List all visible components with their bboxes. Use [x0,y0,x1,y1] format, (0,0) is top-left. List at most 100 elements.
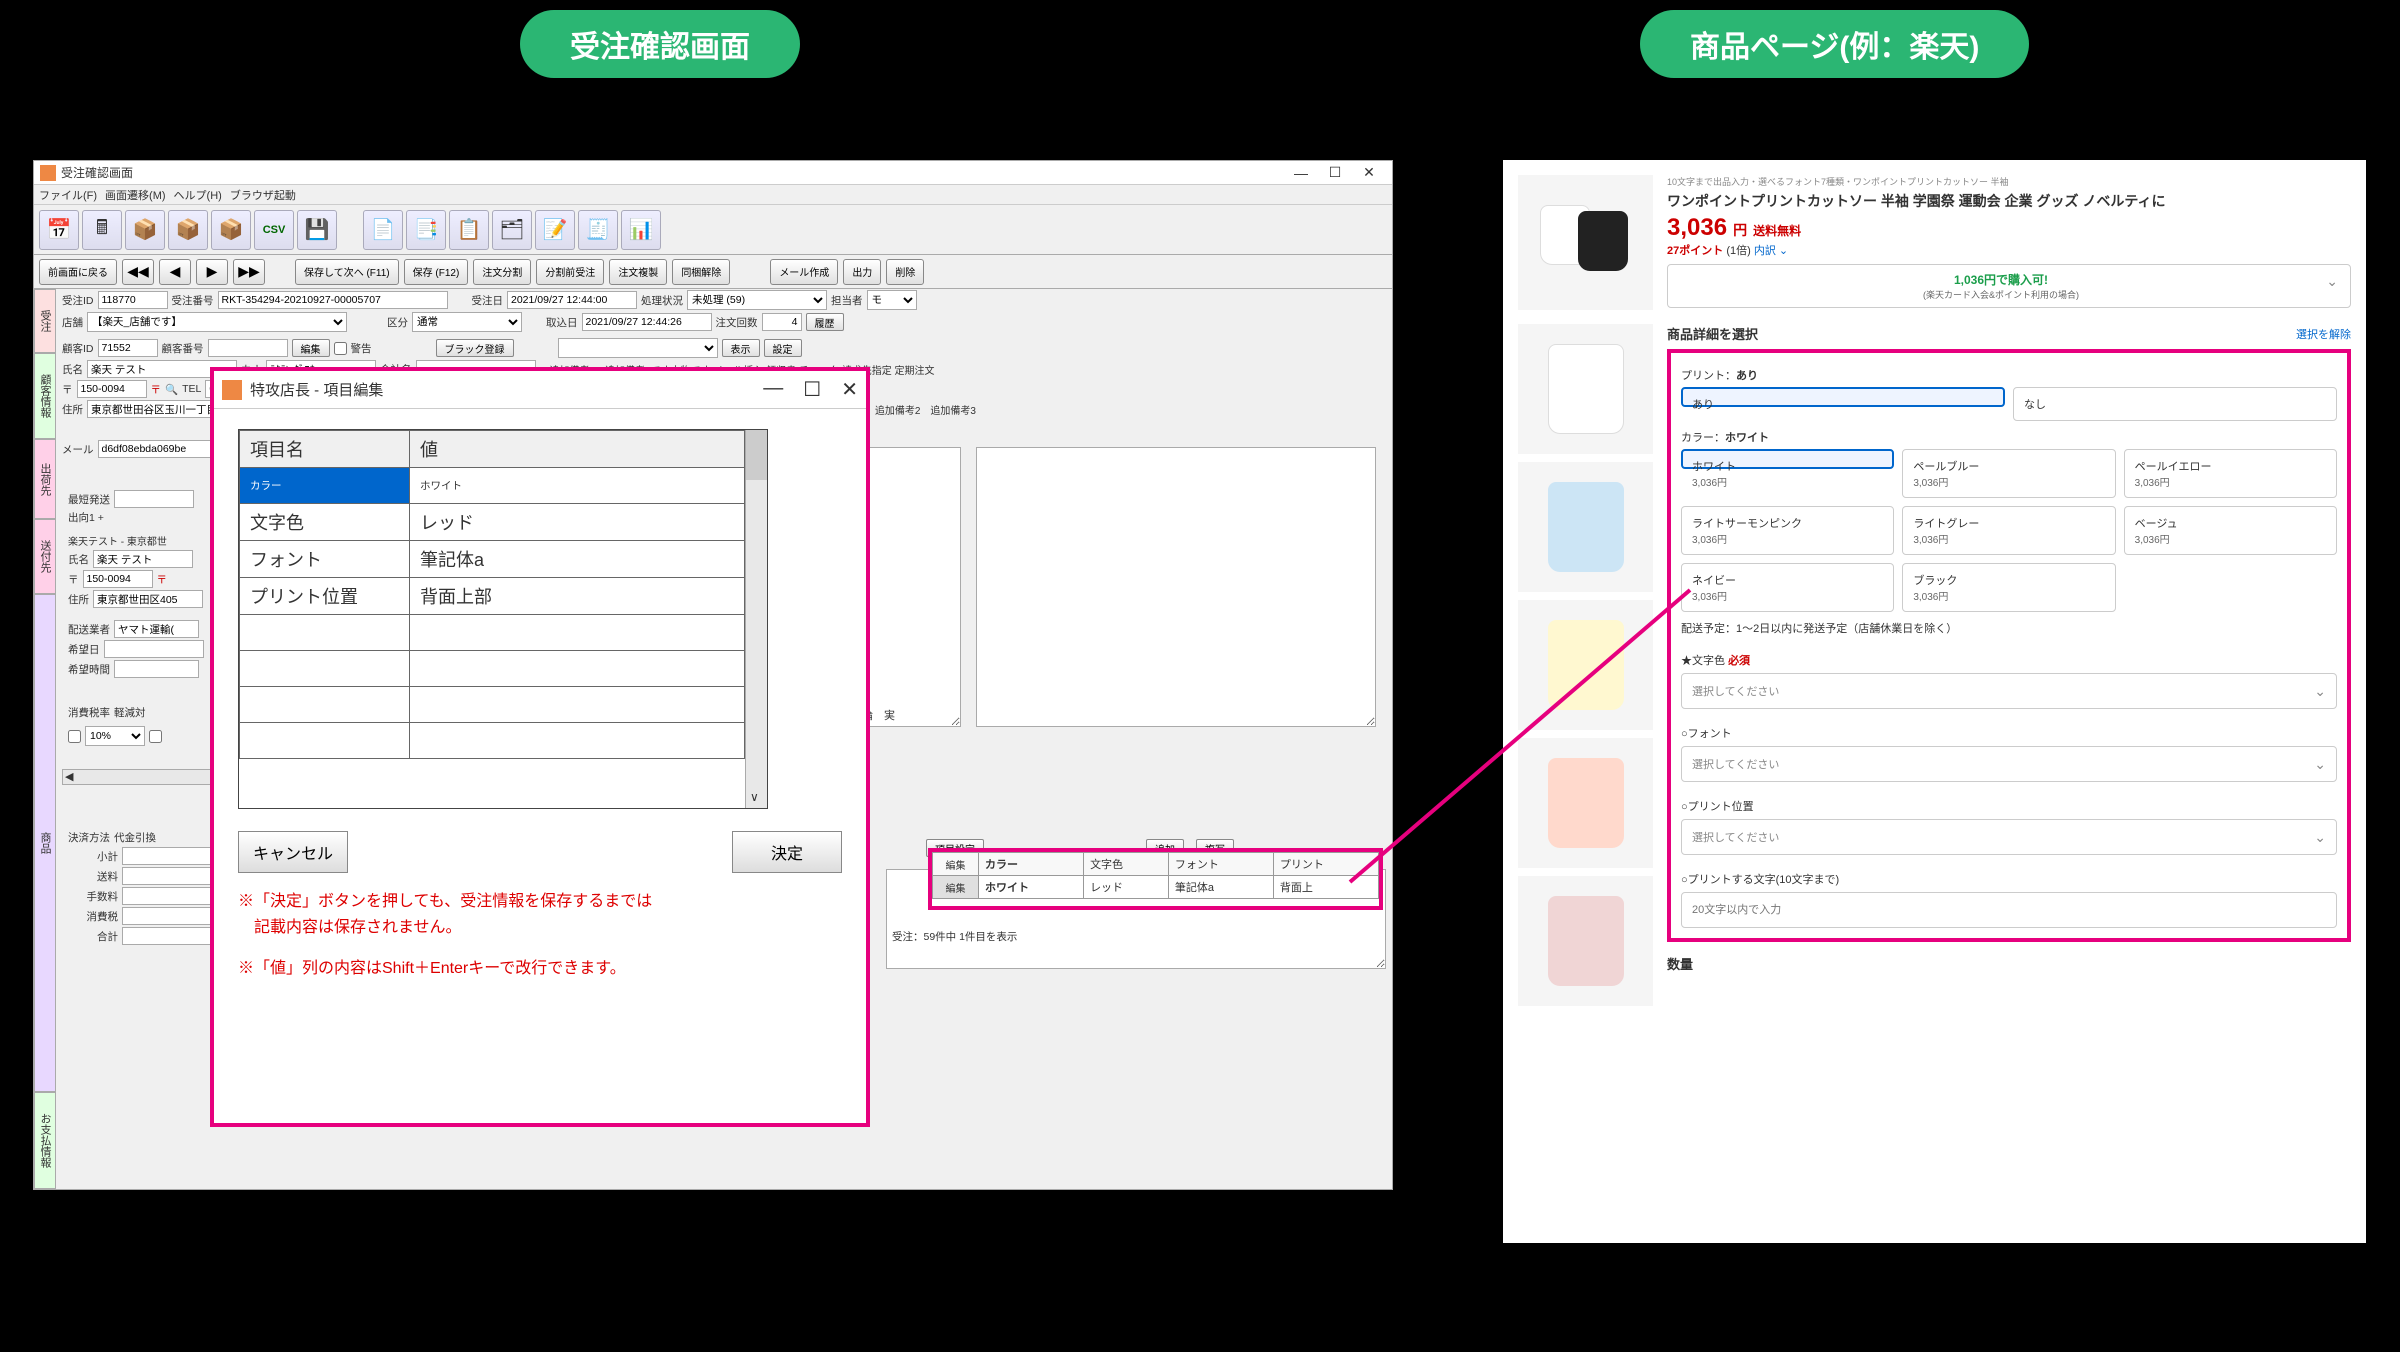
misc-select[interactable] [558,338,718,358]
mail-button[interactable]: メール作成 [770,259,838,285]
history-button[interactable]: 履歴 [806,313,844,331]
ship-addr-input[interactable] [93,590,203,608]
color-option-7[interactable]: ブラック3,036円 [1902,563,2115,612]
printpos-select[interactable]: 選択してください [1681,819,2337,855]
next-button[interactable]: ▶ [196,259,228,285]
row-empty1-val[interactable] [410,615,745,651]
row-empty2-val[interactable] [410,651,745,687]
first-button[interactable]: ◀◀ [122,259,154,285]
dialog-maximize-icon[interactable]: ☐ [803,377,821,402]
edit-button[interactable]: 編集 [292,339,330,357]
order-id-input[interactable] [98,291,168,309]
status-select[interactable]: 未処理 (59) [687,290,827,310]
close-icon[interactable]: ✕ [1352,162,1386,184]
handling-input[interactable] [122,887,212,905]
row-empty1-key[interactable] [240,615,410,651]
menu-file[interactable]: ファイル(F) [39,187,97,203]
package3-icon[interactable]: 📦 [211,210,251,250]
kubun-select[interactable]: 通常 [412,312,522,332]
doc6-icon[interactable]: 🧾 [578,210,618,250]
points-chevron-icon[interactable]: ⌄ [1779,245,1788,257]
settings-button[interactable]: 設定 [764,339,802,357]
row-empty4-val[interactable] [410,723,745,759]
side-tab-shipping[interactable]: 出荷先 [34,439,56,519]
calculator-icon[interactable]: 🖩 [82,210,122,250]
earliest-ship-input[interactable] [114,490,194,508]
color-option-3[interactable]: ライトサーモンピンク3,036円 [1681,506,1894,555]
maximize-icon[interactable]: ☐ [1318,162,1352,184]
textcolor-select[interactable]: 選択してください [1681,673,2337,709]
tanto-select[interactable]: モ [867,290,917,310]
doc1-icon[interactable]: 📄 [363,210,403,250]
side-tab-customer[interactable]: 顧客情報 [34,353,56,439]
order-date-input[interactable] [507,291,637,309]
doc3-icon[interactable]: 📋 [449,210,489,250]
print-option-yes[interactable]: あり [1681,387,2005,407]
zip-search-icon[interactable]: 〒 [151,382,162,397]
clear-selection-link[interactable]: 選択を解除 [2296,326,2351,342]
order-no-input[interactable] [218,291,448,309]
warning-checkbox[interactable] [334,342,347,355]
thumbnail-1[interactable] [1518,462,1653,592]
customer-remarks-text[interactable] [976,447,1376,727]
color-option-5[interactable]: ベージュ3,036円 [2124,506,2337,555]
menu-browser[interactable]: ブラウザ起動 [230,187,296,203]
zip-search2-icon[interactable]: 🔍 [165,383,178,396]
row-color-val[interactable]: ホワイト [410,468,745,504]
side-tab-sendto[interactable]: 送付先 [34,519,56,594]
doc4-icon[interactable]: 🗂 [492,210,532,250]
csv-icon[interactable]: CSV [254,210,294,250]
print-option-no[interactable]: なし [2013,387,2337,421]
row-printpos-key[interactable]: プリント位置 [240,578,410,615]
customer-id-input[interactable] [98,339,158,357]
zip-input[interactable] [77,380,147,398]
kaisu-input[interactable] [762,313,802,331]
color-option-0[interactable]: ホワイト3,036円 [1681,449,1894,469]
dialog-close-icon[interactable]: ✕ [841,377,858,402]
font-select[interactable]: 選択してください [1681,746,2337,782]
row-printpos-val[interactable]: 背面上部 [410,578,745,615]
carrier-input[interactable] [114,620,199,638]
save-icon[interactable]: 💾 [297,210,337,250]
total-input[interactable] [122,927,212,945]
save-button[interactable]: 保存 (F12) [404,259,469,285]
thumbnail-2[interactable] [1518,600,1653,730]
ship-zip-icon[interactable]: 〒 [157,572,168,587]
minimize-icon[interactable]: — [1284,162,1318,184]
dialog-minimize-icon[interactable]: — [763,377,783,402]
thumbnail-4[interactable] [1518,876,1653,1006]
color-option-4[interactable]: ライトグレー3,036円 [1902,506,2115,555]
tax-check[interactable] [68,730,81,743]
wishdate-input[interactable] [104,640,204,658]
tax-select[interactable]: 10% [85,726,145,746]
unbundle-button[interactable]: 同梱解除 [672,259,730,285]
row-empty4-key[interactable] [240,723,410,759]
tax-total-input[interactable] [122,907,212,925]
points-detail-link[interactable]: 内訳 [1754,245,1776,257]
row-font-key[interactable]: フォント [240,541,410,578]
menu-help[interactable]: ヘルプ(H) [174,187,222,203]
wishtime-input[interactable] [114,660,199,678]
customer-no-input[interactable] [208,339,288,357]
color-option-2[interactable]: ペールイエロー3,036円 [2124,449,2337,498]
side-tab-product[interactable]: 商品 [34,594,56,1092]
row-font-val[interactable]: 筆記体a [410,541,745,578]
color-option-1[interactable]: ペールブルー3,036円 [1902,449,2115,498]
tax-check2[interactable] [149,730,162,743]
menu-screen[interactable]: 画面遷移(M) [105,187,166,203]
row-empty3-val[interactable] [410,687,745,723]
package2-icon[interactable]: 📦 [168,210,208,250]
doc7-icon[interactable]: 📊 [621,210,661,250]
ship-name-input[interactable] [93,550,193,568]
prev-button[interactable]: ◀ [159,259,191,285]
doc2-icon[interactable]: 📑 [406,210,446,250]
side-tab-order[interactable]: 受注 [34,289,56,353]
delete-button[interactable]: 削除 [886,259,924,285]
promo-box[interactable]: 1,036円で購入可! (楽天カード入会&ポイント利用の場合) [1667,264,2351,308]
subtotal-input[interactable] [122,847,212,865]
back-button[interactable]: 前画面に戻る [39,259,117,285]
cancel-button[interactable]: キャンセル [238,831,348,873]
ship-zip-input[interactable] [83,570,153,588]
row-textcolor-val[interactable]: レッド [410,504,745,541]
calendar-icon[interactable]: 📅 [39,210,79,250]
